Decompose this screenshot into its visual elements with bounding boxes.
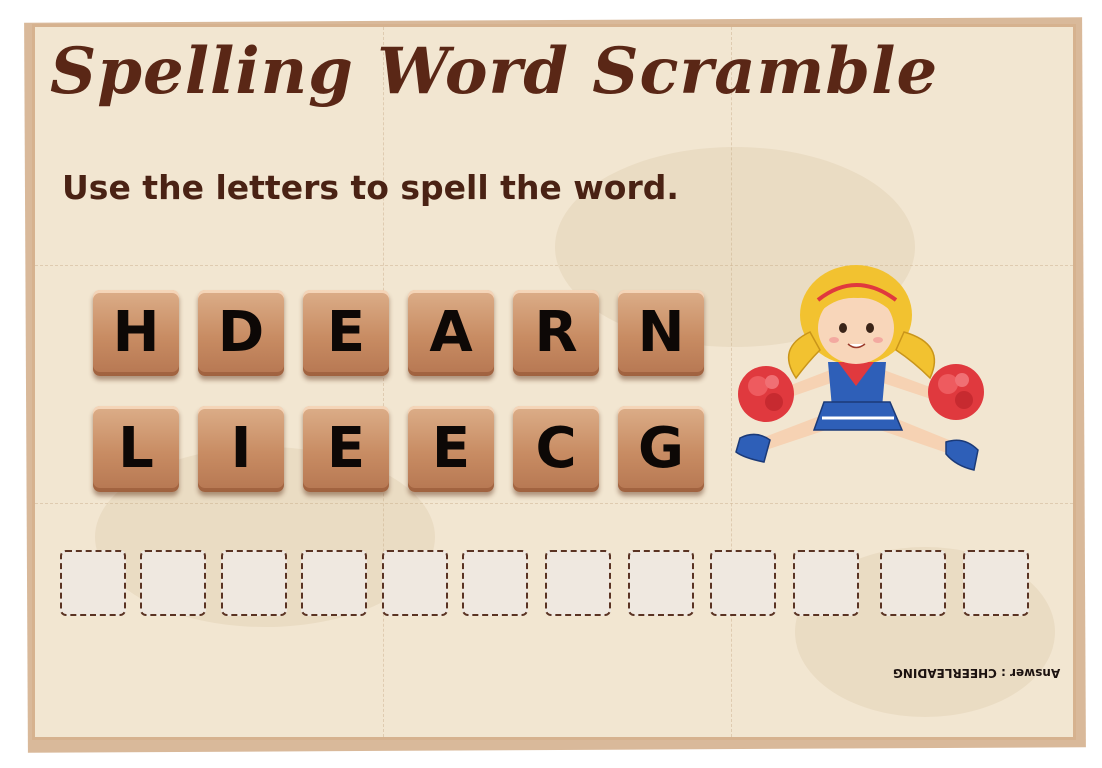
letter-tile[interactable]: I: [198, 406, 284, 492]
answer-key: Answer : CHEERLEADING: [892, 666, 1060, 680]
letter-tile[interactable]: E: [303, 406, 389, 492]
letter-tile[interactable]: G: [618, 406, 704, 492]
letter-tile[interactable]: R: [513, 290, 599, 376]
answer-slot[interactable]: [710, 550, 776, 616]
paper-crease: [35, 503, 1073, 504]
answer-slot[interactable]: [963, 550, 1029, 616]
tile-letter: C: [535, 416, 577, 481]
tile-letter: R: [534, 300, 578, 365]
letter-tile[interactable]: E: [303, 290, 389, 376]
answer-slot[interactable]: [880, 550, 946, 616]
right-shoe-icon: [945, 439, 979, 471]
letter-tile[interactable]: D: [198, 290, 284, 376]
left-shoe-icon: [735, 433, 771, 463]
tile-letter: H: [112, 300, 160, 365]
tile-letter: G: [638, 416, 684, 481]
instruction-text: Use the letters to spell the word.: [62, 168, 679, 207]
answer-slot[interactable]: [140, 550, 206, 616]
tile-letter: I: [230, 416, 252, 481]
tile-letter: A: [429, 300, 473, 365]
right-pompom-icon: [928, 364, 984, 420]
answer-slot[interactable]: [382, 550, 448, 616]
tile-letter: N: [637, 300, 685, 365]
paper-crease: [383, 27, 384, 737]
letter-tile[interactable]: C: [513, 406, 599, 492]
letter-tile[interactable]: A: [408, 290, 494, 376]
answer-slot[interactable]: [60, 550, 126, 616]
letter-tile[interactable]: L: [93, 406, 179, 492]
answer-slot[interactable]: [462, 550, 528, 616]
letter-tile[interactable]: E: [408, 406, 494, 492]
letter-tile[interactable]: H: [93, 290, 179, 376]
left-pompom-icon: [738, 366, 794, 422]
tile-letter: E: [326, 416, 366, 481]
cheerleader-illustration: [735, 265, 984, 471]
tile-letter: D: [217, 300, 265, 365]
letter-tile[interactable]: N: [618, 290, 704, 376]
answer-slot[interactable]: [793, 550, 859, 616]
tile-letter: E: [326, 300, 366, 365]
answer-slot[interactable]: [301, 550, 367, 616]
answer-slot[interactable]: [545, 550, 611, 616]
page-title: Spelling Word Scramble: [50, 34, 939, 109]
answer-slot[interactable]: [221, 550, 287, 616]
answer-slot[interactable]: [628, 550, 694, 616]
tile-letter: E: [431, 416, 471, 481]
tile-letter: L: [118, 416, 154, 481]
